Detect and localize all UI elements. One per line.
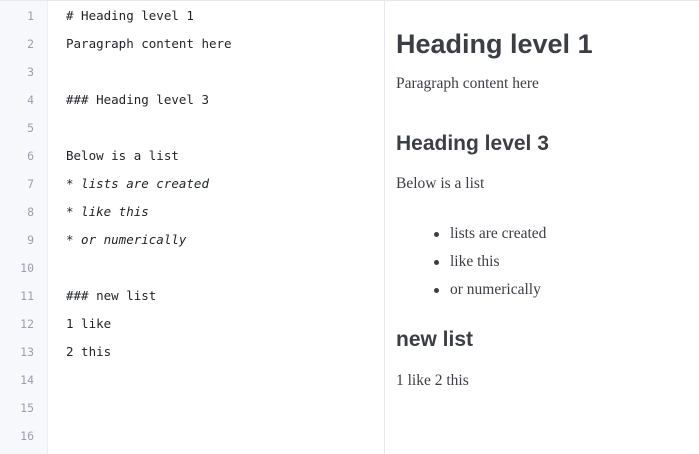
list-item-text: lists are created [450, 225, 547, 242]
line-number: 6 [27, 149, 34, 163]
preview-paragraph: Below is a list [396, 175, 485, 192]
code-line[interactable] [66, 394, 384, 422]
list-item: like this [434, 248, 699, 276]
list-item-text: like this [450, 253, 500, 270]
list-item: or numerically [434, 276, 699, 304]
code-line[interactable]: * or numerically [66, 226, 384, 254]
code-line[interactable]: * lists are created [66, 170, 384, 198]
preview-pane: Heading level 1 Paragraph content here H… [385, 1, 699, 454]
code-line[interactable] [66, 254, 384, 282]
preview-bullet-list: lists are created like this or numerical… [396, 220, 699, 304]
code-line[interactable] [66, 58, 384, 86]
preview-paragraph: Paragraph content here [396, 75, 539, 92]
code-area[interactable]: # Heading level 1 Paragraph content here… [48, 1, 384, 454]
line-number: 13 [20, 345, 34, 359]
line-number: 14 [20, 373, 34, 387]
list-item-text: or numerically [450, 281, 541, 298]
preview-heading-3: Heading level 3 [396, 132, 549, 155]
code-line[interactable] [66, 114, 384, 142]
line-number: 10 [20, 261, 34, 275]
line-number: 7 [27, 177, 34, 191]
code-line[interactable]: 1 like [66, 310, 384, 338]
code-line[interactable]: Below is a list [66, 142, 384, 170]
list-item: lists are created [434, 220, 699, 248]
preview-paragraph: 1 like 2 this [396, 372, 469, 389]
bullet-icon [434, 231, 439, 237]
line-number: 12 [20, 317, 34, 331]
line-number: 3 [27, 65, 34, 79]
line-number: 4 [27, 93, 34, 107]
line-number: 1 [27, 9, 34, 23]
line-number: 9 [27, 233, 34, 247]
preview-heading-3: new list [396, 328, 474, 351]
line-number: 8 [27, 205, 34, 219]
editor-pane[interactable]: 1 2 3 4 5 6 7 8 9 10 11 12 13 14 15 16 #… [0, 1, 385, 454]
line-number-gutter: 1 2 3 4 5 6 7 8 9 10 11 12 13 14 15 16 [0, 1, 48, 454]
code-line[interactable]: ### new list [66, 282, 384, 310]
bullet-icon [434, 259, 439, 265]
preview-heading-1: Heading level 1 [396, 29, 593, 59]
code-line[interactable]: # Heading level 1 [66, 2, 384, 30]
markdown-editor-app: 1 2 3 4 5 6 7 8 9 10 11 12 13 14 15 16 #… [0, 0, 699, 454]
line-number: 11 [20, 289, 34, 303]
code-line[interactable]: ### Heading level 3 [66, 86, 384, 114]
line-number: 15 [20, 401, 34, 415]
line-number: 5 [27, 121, 34, 135]
bullet-icon [434, 287, 439, 293]
code-line[interactable]: Paragraph content here [66, 30, 384, 58]
line-number: 16 [20, 429, 34, 443]
code-line[interactable]: * like this [66, 198, 384, 226]
code-line[interactable]: 2 this [66, 338, 384, 366]
code-line[interactable] [66, 422, 384, 450]
code-line[interactable] [66, 366, 384, 394]
line-number: 2 [27, 37, 34, 51]
